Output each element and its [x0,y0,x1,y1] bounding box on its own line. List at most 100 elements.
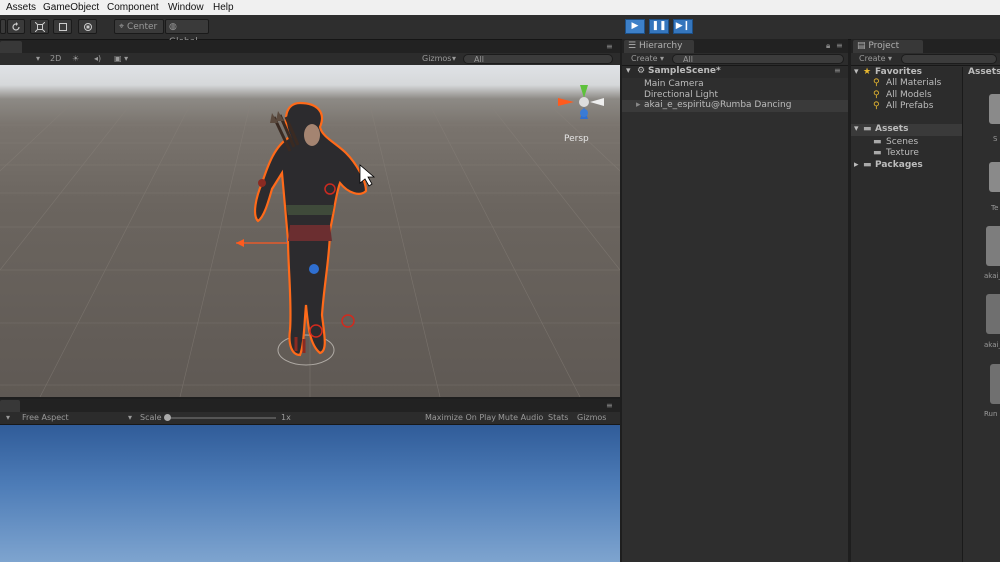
hierarchy-create-dropdown[interactable]: Create [631,54,658,63]
hierarchy-item-main-camera[interactable]: Main Camera [644,79,704,89]
hierarchy-item-character-row[interactable]: ▸ akai_e_espiritu@Rumba Dancing [622,100,848,112]
favorites-foldout-arrow[interactable]: ▾ [854,67,859,77]
stats-toggle[interactable]: Stats [548,413,568,422]
scene-canvas [0,85,620,397]
asset-label-prefab: akai_ [984,341,1000,349]
assets-foldout-arrow[interactable]: ▾ [854,124,859,134]
scene-row[interactable]: ▾ ⚙ SampleScene* ≡ [622,66,848,78]
hierarchy-create-arrow[interactable]: ▾ [660,54,664,63]
lock-icon[interactable]: 🔒︎ [826,41,830,51]
rect-tool-icon [58,23,67,31]
character-foldout-arrow[interactable]: ▸ [636,100,641,110]
effects-dropdown-icon[interactable]: ▣ ▾ [114,54,128,63]
step-button[interactable]: ▶❙ [673,19,693,34]
asset-thumbnail-prefab[interactable] [986,294,1000,334]
persp-label[interactable]: Persp [564,134,589,144]
favorites-label[interactable]: Favorites [875,67,922,77]
hierarchy-search-input[interactable]: All [672,54,844,64]
menu-component[interactable]: Component [107,2,159,13]
folder-icon: ▬ [873,148,882,158]
gizmos-dropdown-arrow[interactable]: ▾ [452,54,456,63]
asset-label-model: akai_ [984,272,1000,280]
game-view[interactable] [0,425,620,562]
folder-icon: ▬ [863,124,872,134]
scene-search-input[interactable]: All [463,54,613,64]
asset-thumbnail-scenes[interactable] [989,94,1000,124]
step-icon: ▶❙ [675,21,691,31]
folder-texture[interactable]: Texture [886,148,919,158]
scale-value: 1x [281,413,291,422]
asset-label-texture: Te [991,204,999,212]
shading-dropdown-arrow[interactable]: ▾ [36,54,40,63]
search-icon: ⚲ [873,78,880,88]
pivot-center-toggle[interactable]: ⌖ Center [114,19,164,34]
menu-assets[interactable]: Assets [6,2,36,13]
tool-button-partial[interactable] [0,19,6,34]
scene-menu-icon[interactable]: ≡ [834,66,841,75]
hierarchy-toolbar: Create ▾ All [622,53,848,66]
pivot-icon: ⌖ [119,22,125,32]
game-gizmos-dropdown[interactable]: Gizmos [577,413,606,422]
tab-project[interactable]: ▤ Project [853,40,923,53]
unity-scene-icon: ⚙ [637,66,646,76]
menu-help[interactable]: Help [213,2,234,13]
aspect-dropdown[interactable]: Free Aspect [22,413,69,422]
panel-menu-icon[interactable]: ≡ [606,42,613,51]
display-dropdown-arrow[interactable]: ▾ [6,413,10,422]
project-search-input[interactable] [901,54,997,64]
space-global-toggle[interactable]: ◍ Global [165,19,209,47]
hierarchy-item-directional-light[interactable]: Directional Light [644,90,718,100]
assets-grid-header: Assets [968,67,1000,77]
scene-view[interactable]: Persp [0,65,620,397]
scale-slider-handle[interactable] [164,414,171,421]
audio-toggle-icon[interactable]: ◂) [94,54,101,63]
folder-icon: ▬ [863,160,872,170]
favorite-all-materials[interactable]: All Materials [886,78,941,88]
scene-search-placeholder: All [474,55,484,64]
transform-tool-button[interactable] [78,19,97,34]
mute-audio-toggle[interactable]: Mute Audio [498,413,543,422]
folder-icon: ▬ [873,137,882,147]
pivot-label: Center [126,22,158,32]
hierarchy-menu-icon[interactable]: ≡ [836,41,843,50]
maximize-on-play-toggle[interactable]: Maximize On Play [425,413,496,422]
pause-icon: ❚❚ [651,21,667,31]
game-panel-menu-icon[interactable]: ≡ [606,401,613,410]
tab-hierarchy[interactable]: ☰ Hierarchy [624,40,694,53]
transform-icon [83,23,92,31]
pause-button[interactable]: ❚❚ [649,19,669,34]
project-create-dropdown[interactable]: Create [859,54,886,63]
menu-window[interactable]: Window [168,2,204,13]
hierarchy-tab-strip: ☰ Hierarchy 🔒︎ ≡ [622,39,848,53]
aspect-dropdown-arrow[interactable]: ▾ [128,413,132,422]
gizmos-dropdown[interactable]: Gizmos [422,54,451,63]
packages-foldout-arrow[interactable]: ▸ [854,160,859,170]
assets-folder-row[interactable]: ▾ ▬ Assets [851,124,962,136]
folder-scenes[interactable]: Scenes [886,137,918,147]
menu-bar: Assets GameObject Component Window Help [0,0,1000,15]
scale-label: Scale [140,413,162,422]
hierarchy-item-character: akai_e_espiritu@Rumba Dancing [644,100,792,110]
asset-thumbnail-model[interactable] [986,226,1000,266]
favorite-all-models[interactable]: All Models [886,90,932,100]
scale-slider-track[interactable] [168,417,276,419]
scene-tab-strip: ≡ [0,40,620,54]
asset-label-scenes: S [993,135,998,143]
search-icon: ⚲ [873,90,880,100]
asset-thumbnail-texture[interactable] [989,162,1000,192]
favorite-all-prefabs[interactable]: All Prefabs [886,101,933,111]
scale-tool-button[interactable] [30,19,49,34]
rect-tool-button[interactable] [53,19,72,34]
packages-folder-label[interactable]: Packages [875,160,923,170]
project-tab-label: Project [868,41,900,51]
mode-2d-toggle[interactable]: 2D [50,54,61,63]
project-create-arrow[interactable]: ▾ [888,54,892,63]
menu-gameobject[interactable]: GameObject [43,2,99,13]
play-button[interactable]: ▶ [625,19,645,34]
lighting-toggle-icon[interactable]: ☀ [72,54,79,63]
project-folder-tree: ▾ ★ Favorites ⚲ All Materials ⚲ All Mode… [851,67,963,562]
scene-foldout-arrow[interactable]: ▾ [626,66,631,76]
project-tab-strip: ▤ Project [851,39,1000,53]
rotate-tool-button[interactable] [7,19,25,34]
asset-thumbnail-animation[interactable] [990,364,1000,404]
